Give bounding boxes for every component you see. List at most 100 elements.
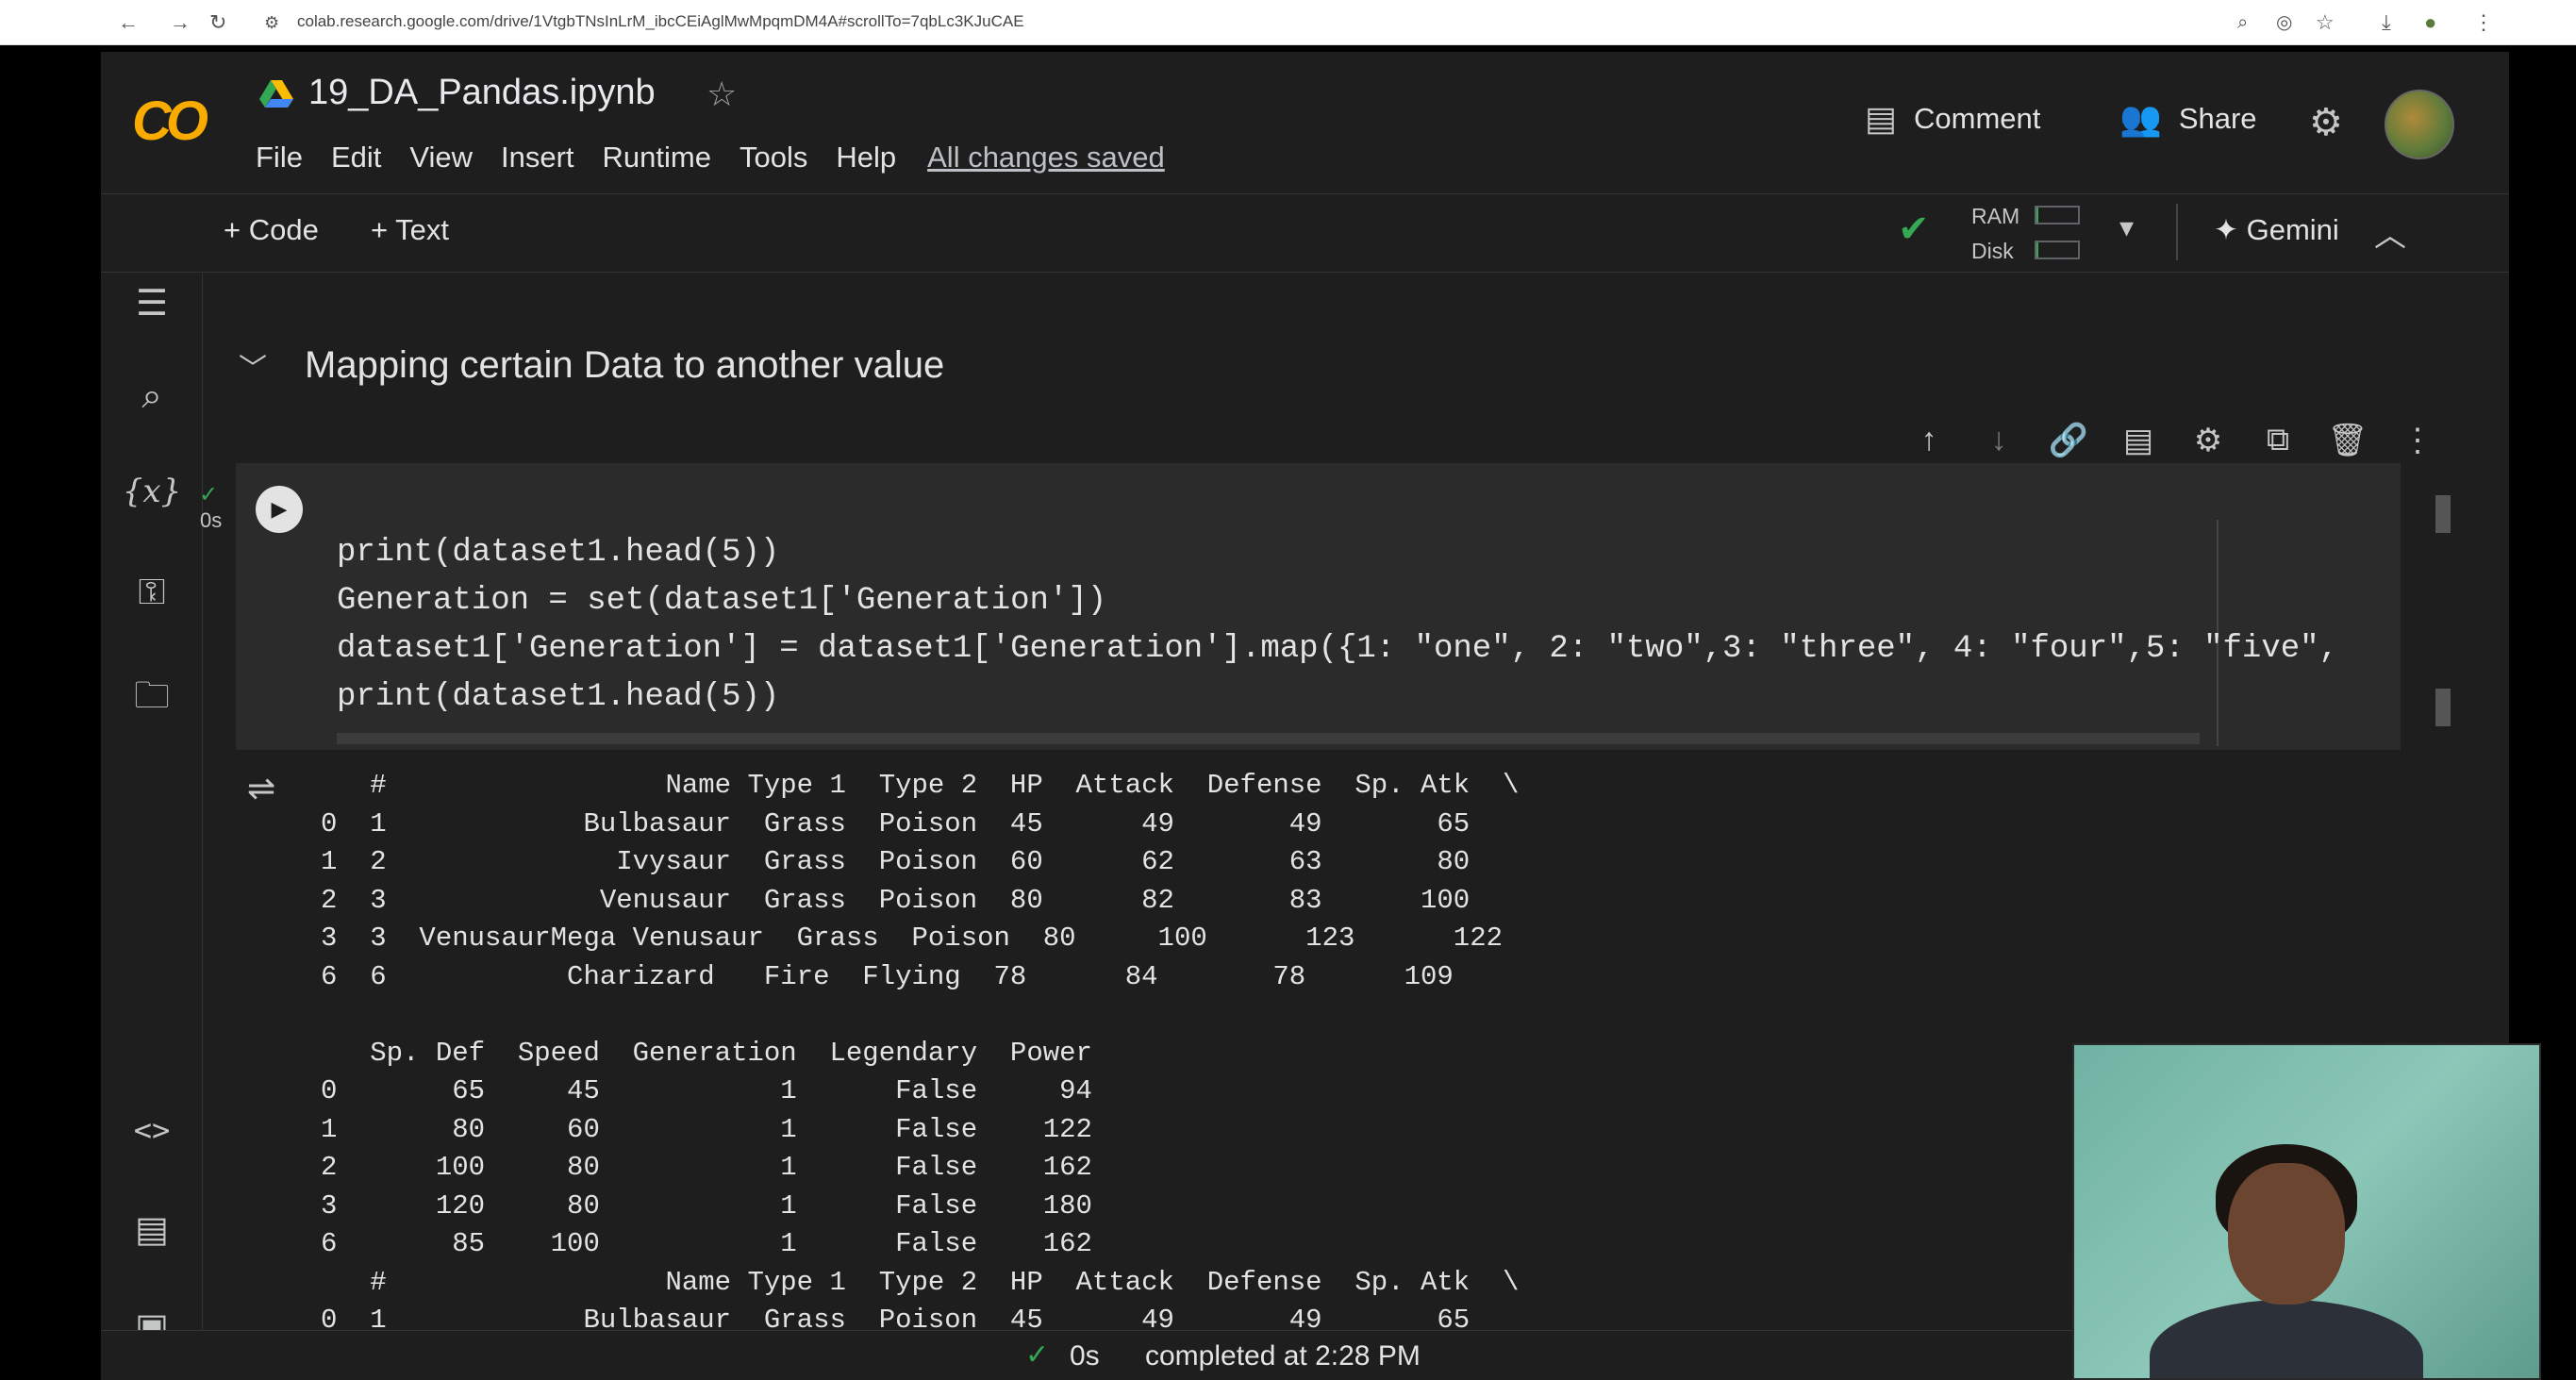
webcam-overlay [2072, 1043, 2541, 1380]
cell-exec-time: 0s [200, 508, 223, 532]
settings-gear-icon[interactable]: ⚙ [2309, 101, 2343, 144]
delete-icon[interactable]: 🗑 [2326, 422, 2369, 459]
move-down-icon[interactable]: ↓ [1977, 422, 2020, 459]
collapse-header-icon[interactable]: ︿ [2374, 209, 2406, 256]
browser-toolbar: ← → ↻ ⚙ colab.research.google.com/drive/… [0, 0, 2576, 45]
comment-button[interactable]: ▤ Comment [1865, 99, 2040, 139]
run-cell-button[interactable]: ▶ [256, 486, 303, 533]
disk-label[interactable]: Disk [1971, 239, 2014, 264]
code-line: Generation = set(dataset1['Generation']) [337, 583, 1107, 619]
code-cell[interactable]: print(dataset1.head(5)) Generation = set(… [236, 463, 2401, 750]
files-folder-icon[interactable]: 🗀 [122, 669, 182, 730]
code-snippets-icon[interactable]: <> [122, 1112, 182, 1148]
secrets-key-icon[interactable]: ⚿ [122, 573, 182, 613]
site-info-icon[interactable]: ⚙ [264, 9, 279, 36]
star-icon[interactable]: ☆ [706, 75, 737, 114]
cell-toolbar: ↑ ↓ 🔗 ▤ ⚙ ⧉ 🗑 ⋮ [1907, 422, 2439, 459]
settings-icon[interactable]: ⚙ [2186, 422, 2230, 459]
menu-edit[interactable]: Edit [331, 141, 381, 175]
zoom-icon[interactable]: ⌕ [2237, 9, 2248, 36]
scrollbar-thumb[interactable] [2435, 495, 2451, 533]
gemini-sparkle-icon: ✦ [2214, 213, 2247, 246]
download-icon[interactable]: ⤓ [2382, 9, 2391, 36]
notebook-title[interactable]: 19_DA_Pandas.ipynb [308, 73, 656, 113]
gemini-button[interactable]: ✦ Gemini [2214, 213, 2339, 247]
comment-icon: ▤ [1865, 99, 1898, 138]
variables-icon[interactable]: {x} [122, 473, 182, 510]
output-line: 0 65 45 1 False 94 [321, 1075, 1092, 1106]
code-line: print(dataset1.head(5)) [337, 679, 780, 715]
scrollbar-thumb-lower[interactable] [2435, 689, 2451, 726]
code-line: print(dataset1.head(5)) [337, 535, 780, 571]
status-completed: completed at 2:28 PM [1145, 1340, 1421, 1372]
notebook-toolbar: + Code + Text ✔ RAM Disk ▾ ✦ Gemini ︿ [101, 193, 2509, 273]
disk-meter-fill [2036, 242, 2039, 258]
output-line: 2 3 Venusaur Grass Poison 80 82 83 100 [321, 884, 1471, 916]
menu-runtime[interactable]: Runtime [603, 141, 711, 175]
menu-insert[interactable]: Insert [501, 141, 574, 175]
menu-view[interactable]: View [409, 141, 473, 175]
eye-off-icon[interactable]: ◎ [2276, 9, 2292, 36]
mirror-cell-icon[interactable]: ⧉ [2256, 422, 2300, 459]
section-title: Mapping certain Data to another value [305, 344, 945, 386]
resources-dropdown-icon[interactable]: ▾ [2119, 211, 2134, 244]
address-bar[interactable]: colab.research.google.com/drive/1VtgbTNs… [297, 12, 1024, 31]
reload-icon[interactable]: ↻ [209, 9, 226, 36]
add-text-button[interactable]: + Text [371, 213, 449, 247]
presenter-body [2150, 1300, 2423, 1378]
bookmark-star-icon[interactable]: ☆ [2316, 9, 2335, 36]
browser-menu-icon[interactable]: ⋮ [2473, 9, 2494, 36]
code-horizontal-scrollbar[interactable] [337, 733, 2200, 744]
disk-meter[interactable] [2035, 241, 2080, 259]
comment-icon[interactable]: ▤ [2117, 422, 2160, 459]
add-code-button[interactable]: + Code [224, 213, 319, 247]
search-icon[interactable]: ⌕ [122, 376, 182, 417]
share-people-icon: 👥 [2119, 99, 2162, 138]
output-line: 1 80 60 1 False 122 [321, 1113, 1092, 1145]
toc-icon[interactable]: ☰ [122, 282, 182, 324]
menu-file[interactable]: File [256, 141, 303, 175]
more-icon[interactable]: ⋮ [2396, 422, 2439, 459]
section-header[interactable]: ﹀ Mapping certain Data to another value [239, 344, 944, 387]
status-check-icon: ✓ [1025, 1339, 1050, 1371]
menu-bar: File Edit View Insert Runtime Tools Help… [256, 141, 1165, 175]
link-icon[interactable]: 🔗 [2047, 422, 2090, 459]
status-exec-time: 0s [1070, 1340, 1100, 1372]
user-avatar[interactable] [2385, 90, 2454, 159]
ram-meter-fill [2036, 208, 2039, 223]
output-text: # Name Type 1 Type 2 HP Attack Defense S… [321, 767, 1519, 1378]
share-button[interactable]: 👥 Share [2119, 99, 2257, 139]
ram-meter[interactable] [2035, 206, 2080, 224]
output-line: 6 6 Charizard Fire Flying 78 84 78 109 [321, 960, 1454, 992]
side-rail: ☰ ⌕ {x} ⚿ 🗀 <> ▤ ▣ [101, 273, 203, 1380]
cell-success-check-icon: ✓ [199, 482, 219, 507]
share-label: Share [2178, 102, 2257, 135]
output-line: 2 100 80 1 False 162 [321, 1152, 1092, 1183]
output-line: # Name Type 1 Type 2 HP Attack Defense S… [321, 770, 1520, 801]
output-line: 1 2 Ivysaur Grass Poison 60 62 63 80 [321, 846, 1471, 877]
colab-logo[interactable]: CO [132, 90, 208, 153]
output-line: 6 85 100 1 False 162 [321, 1228, 1092, 1259]
output-line: 3 120 80 1 False 180 [321, 1189, 1092, 1222]
save-status[interactable]: All changes saved [927, 141, 1165, 175]
output-line: Sp. Def Speed Generation Legendary Power [321, 1037, 1092, 1069]
output-actions-icon[interactable]: ⇌ [247, 769, 275, 808]
output-line: 3 3 VenusaurMega Venusaur Grass Poison 8… [321, 923, 1504, 954]
move-up-icon[interactable]: ↑ [1907, 422, 1951, 459]
chevron-down-icon[interactable]: ﹀ [239, 345, 267, 387]
output-line: 0 1 Bulbasaur Grass Poison 45 49 49 65 [321, 807, 1471, 840]
drive-icon [259, 80, 293, 108]
code-line: dataset1['Generation'] = dataset1['Gener… [337, 631, 2338, 667]
code-editor[interactable]: print(dataset1.head(5)) Generation = set(… [337, 529, 2393, 737]
menu-tools[interactable]: Tools [740, 141, 807, 175]
back-icon[interactable]: ← [118, 9, 139, 36]
forward-icon[interactable]: → [170, 9, 191, 36]
profile-icon[interactable]: ● [2424, 9, 2436, 36]
toolbar-divider [2176, 204, 2178, 260]
menu-help[interactable]: Help [836, 141, 896, 175]
ram-label[interactable]: RAM [1971, 204, 2019, 229]
comment-label: Comment [1914, 102, 2041, 135]
command-palette-icon[interactable]: ▤ [122, 1208, 182, 1251]
gemini-label: Gemini [2246, 213, 2339, 246]
